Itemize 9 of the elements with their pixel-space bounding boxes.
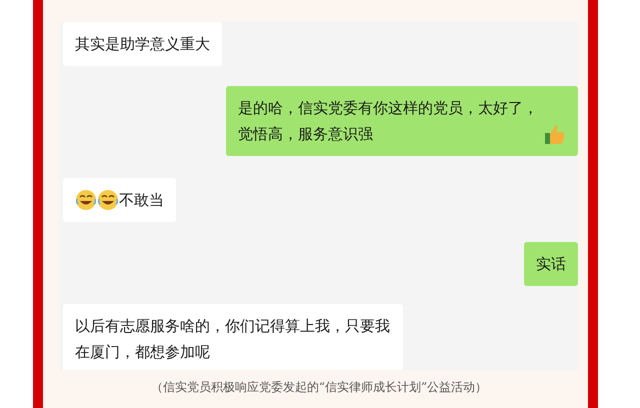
message-text: 是的哈，信实党委有你这样的党员，太好了，觉悟高，服务意识强 <box>238 98 539 145</box>
laughing-face-icon <box>75 189 97 211</box>
message-text: 以后有志愿服务啥的，你们记得算上我，只要我在厦门，都想参加呢 <box>75 317 390 361</box>
message-text: 实话 <box>536 255 566 273</box>
message-text: 其实是助学意义重大 <box>75 35 210 53</box>
laughing-face-icon <box>97 189 119 211</box>
caption: （信实党员积极响应党委发起的“信实律师成长计划”公益活动） <box>150 379 488 396</box>
thumbs-up-icon <box>544 123 566 145</box>
message-text: 不敢当 <box>119 190 164 211</box>
